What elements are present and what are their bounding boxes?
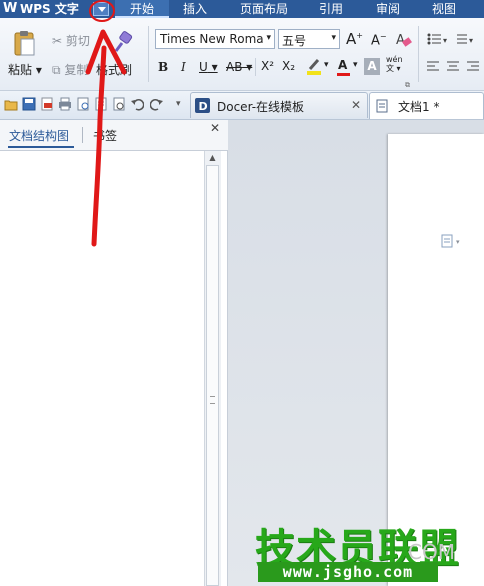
chevron-down-icon[interactable]: ▾ <box>324 60 329 70</box>
preview-icon[interactable] <box>94 97 108 111</box>
redo-icon[interactable] <box>150 97 164 111</box>
shrink-font-button[interactable]: A− <box>371 32 387 48</box>
doc-tab-docer[interactable]: D Docer-在线模板 ✕ <box>190 92 368 118</box>
tab-insert[interactable]: 插入 <box>183 0 207 18</box>
underline-button[interactable]: U ▾ <box>199 60 218 74</box>
grow-font-button[interactable]: A+ <box>346 30 363 48</box>
paste-button[interactable]: 粘贴 ▾ <box>8 61 42 78</box>
svg-text:A: A <box>396 33 405 48</box>
highlight-icon[interactable] <box>305 57 325 77</box>
list-icons[interactable]: ▾ ▾ <box>425 31 484 47</box>
tab-view[interactable]: 视图 <box>432 0 456 18</box>
phonetic-guide-button[interactable]: wén 文 ▾ <box>386 55 403 73</box>
navigation-pane <box>0 120 228 586</box>
char-shading-button[interactable]: A <box>364 58 380 75</box>
save-icon[interactable] <box>22 97 36 111</box>
page-setup-icon[interactable] <box>112 97 126 111</box>
close-icon[interactable]: ✕ <box>351 98 361 112</box>
doc-tab-document1-label: 文档1 * <box>398 100 440 114</box>
copy-button[interactable]: ⧉ 复制 <box>52 61 88 78</box>
svg-text:▾: ▾ <box>469 36 473 45</box>
scroll-up-icon[interactable]: ▲ <box>206 153 219 163</box>
bold-button[interactable]: B <box>158 60 168 74</box>
font-dialog-launcher-icon[interactable]: ⧉ <box>405 81 410 90</box>
italic-button[interactable]: I <box>181 60 186 74</box>
print-preview-icon[interactable] <box>76 97 90 111</box>
chevron-down-icon <box>98 7 106 12</box>
tab-references[interactable]: 引用 <box>319 0 343 18</box>
svg-text:D: D <box>199 100 208 113</box>
close-pane-icon[interactable]: ✕ <box>210 121 220 135</box>
font-name-value: Times New Roma <box>160 32 264 46</box>
grip-icon <box>210 396 215 404</box>
ribbon-separator <box>148 26 149 82</box>
subscript-button[interactable]: X₂ <box>282 59 295 73</box>
open-folder-icon[interactable] <box>4 97 18 111</box>
cut-button[interactable]: ✂ 剪切 <box>52 32 90 49</box>
paragraph-layout-icon[interactable]: ▾ <box>441 234 465 248</box>
font-size-select[interactable]: 五号 ▾ <box>278 29 340 49</box>
tab-separator <box>82 127 83 143</box>
font-color-button[interactable]: A <box>338 58 347 72</box>
superscript-button[interactable]: X² <box>261 59 274 73</box>
tab-document-map[interactable]: 文档结构图 <box>9 127 69 144</box>
tab-review[interactable]: 审阅 <box>376 0 400 18</box>
clear-format-icon[interactable]: A <box>394 31 412 49</box>
format-painter-icon[interactable] <box>112 31 134 53</box>
align-icons[interactable] <box>425 60 484 74</box>
strikethrough-button[interactable]: AB ▾ <box>226 60 252 74</box>
svg-text:▾: ▾ <box>456 238 460 246</box>
ribbon-separator <box>418 26 419 82</box>
svg-text:▾: ▾ <box>443 36 447 45</box>
doc-tab-docer-label: Docer-在线模板 <box>217 100 305 114</box>
customize-toolbar-icon[interactable]: ▾ <box>176 99 181 109</box>
active-tab-indicator <box>8 146 74 148</box>
font-size-value: 五号 <box>282 34 307 48</box>
tab-bookmarks[interactable]: 书签 <box>93 127 117 144</box>
format-painter-button[interactable]: 格式刷 <box>96 61 132 78</box>
watermark-suffix: COM <box>408 540 455 564</box>
document-icon <box>376 99 388 113</box>
chevron-down-icon[interactable]: ▾ <box>353 60 358 70</box>
font-name-select[interactable]: Times New Roma ▾ <box>155 29 275 49</box>
watermark-url: www.jsgho.com <box>258 562 438 582</box>
wps-logo-icon: W <box>3 1 18 16</box>
paste-icon[interactable] <box>12 30 36 58</box>
tab-page-layout[interactable]: 页面布局 <box>240 0 288 18</box>
app-menu-dropdown-button[interactable] <box>93 2 109 16</box>
font-color-swatch <box>337 73 350 76</box>
scrollbar-thumb[interactable] <box>206 165 219 586</box>
app-name[interactable]: WPS 文字 <box>20 0 79 18</box>
export-pdf-icon[interactable] <box>40 97 54 111</box>
chevron-down-icon: ▾ <box>266 33 271 43</box>
doc-tab-document1[interactable]: 文档1 * <box>369 92 484 119</box>
docer-logo-icon: D <box>195 98 210 113</box>
print-icon[interactable] <box>58 97 72 111</box>
chevron-down-icon: ▾ <box>331 33 336 43</box>
undo-icon[interactable] <box>130 97 144 111</box>
ribbon-separator <box>255 58 256 76</box>
